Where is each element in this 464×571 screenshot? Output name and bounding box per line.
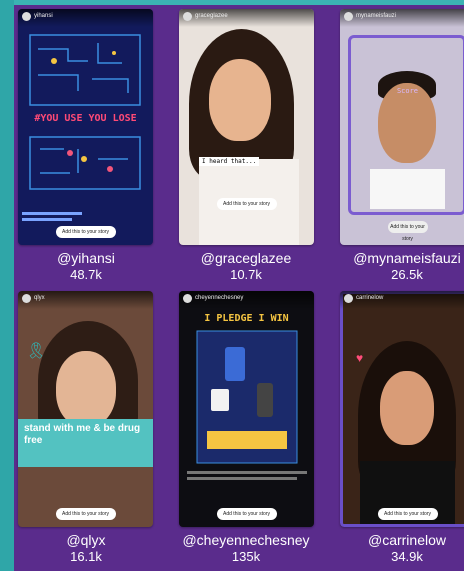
story-card-yihansi[interactable]: yihansi #YOU USE YOU LOSE Add this to yo…	[18, 9, 153, 245]
story-card-mynameisfauzi[interactable]: mynameisfauzi Score Add this to your sto…	[340, 9, 464, 245]
avatar	[22, 294, 31, 303]
story-overlay-text: stand with me & be drug free	[24, 423, 141, 446]
story-header: mynameisfauzi	[340, 9, 464, 27]
add-to-story-button[interactable]: Add this to your story	[377, 508, 438, 520]
story-username: carrinelow	[356, 295, 384, 301]
story-overlay-text: Score	[396, 87, 419, 95]
giveaway-graphic	[187, 330, 307, 480]
story-username: graceglazee	[195, 13, 228, 19]
story-handle: @carrinelow	[367, 532, 446, 548]
story-username: mynameisfauzi	[356, 13, 397, 19]
avatar	[183, 12, 192, 21]
story-handle: @qlyx	[66, 532, 106, 548]
story-view-count: 10.7k	[230, 267, 262, 282]
face-shape	[378, 83, 436, 163]
story-overlay-text: #YOU USE YOU LOSE	[34, 113, 137, 124]
face-shape	[56, 351, 116, 427]
story-handle: @graceglazee	[200, 250, 292, 266]
ar-frame	[340, 291, 464, 527]
add-to-story-button[interactable]: Add this to your story	[216, 198, 277, 210]
shirt-shape	[370, 169, 445, 209]
avatar	[344, 12, 353, 21]
story-card-graceglazee[interactable]: graceglazee I heard that... Add this to …	[179, 9, 314, 245]
ribbon-icon: 🎗	[26, 343, 47, 360]
add-to-story-button[interactable]: Add this to your story	[216, 508, 277, 520]
maze-game-graphic	[22, 34, 141, 221]
story-handle: @cheyennechesney	[182, 532, 310, 548]
frame-left-edge	[0, 0, 14, 571]
story-view-count: 34.9k	[391, 549, 423, 564]
add-to-story-button[interactable]: Add this to your story	[55, 508, 116, 520]
story-card-carrinelow[interactable]: carrinelow ♥ Add this to your story	[340, 291, 464, 527]
add-to-story-button[interactable]: Add this to your story	[387, 221, 428, 242]
story-view-count: 135k	[231, 549, 261, 564]
story-handle: @mynameisfauzi	[353, 250, 461, 266]
story-username: qlyx	[34, 295, 45, 301]
story-view-count: 26.5k	[391, 267, 423, 282]
story-overlay-text: I heard that...	[199, 157, 260, 166]
heart-icon: ♥	[356, 351, 364, 365]
story-handle: @yihansi	[57, 250, 115, 266]
story-view-count: 48.7k	[70, 267, 102, 282]
story-card-cheyennechesney[interactable]: cheyennechesney I PLEDGE I WIN Add this …	[179, 291, 314, 527]
add-to-story-button[interactable]: Add this to your story	[55, 226, 116, 238]
avatar	[344, 294, 353, 303]
story-view-count: 16.1k	[70, 549, 102, 564]
story-header: qlyx	[18, 291, 153, 309]
face-shape	[209, 59, 271, 141]
story-grid: yihansi #YOU USE YOU LOSE Add this to yo…	[14, 5, 464, 571]
story-header: graceglazee	[179, 9, 314, 27]
story-header: carrinelow	[340, 291, 464, 309]
story-card-qlyx[interactable]: qlyx 🎗 stand with me & be drug free Add …	[18, 291, 153, 527]
